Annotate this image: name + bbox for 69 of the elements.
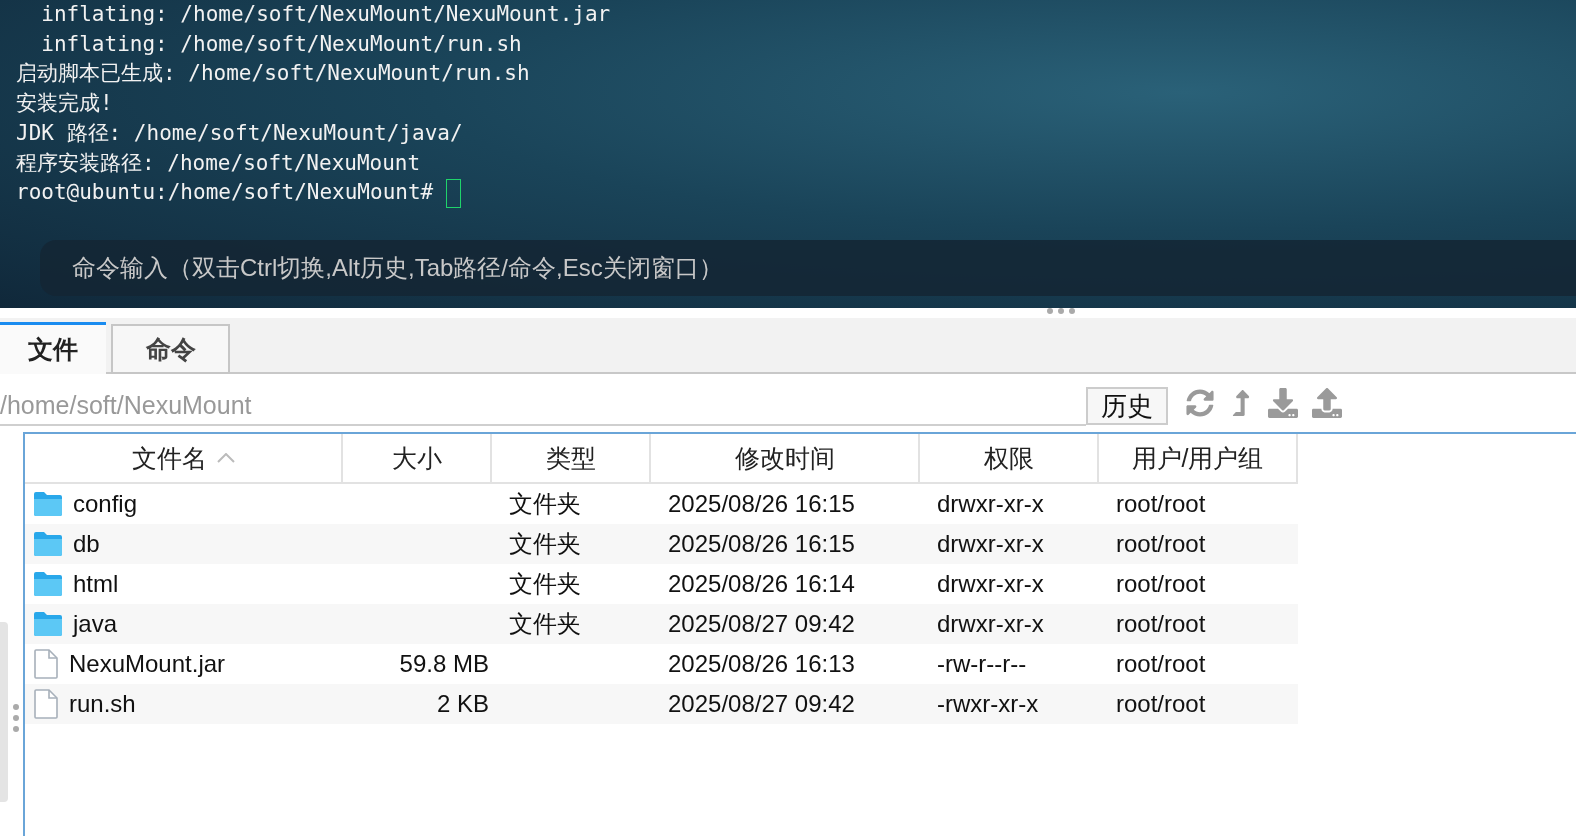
- modified-time: 2025/08/26 16:15: [668, 530, 855, 558]
- permissions: -rw-r--r--: [937, 650, 1027, 678]
- owner-group: root/root: [1116, 490, 1206, 518]
- download-icon[interactable]: [1268, 388, 1298, 418]
- column-header[interactable]: 用户/用户组: [1099, 434, 1298, 482]
- refresh-icon[interactable]: [1186, 389, 1214, 417]
- file-size: 2 KB: [436, 690, 489, 718]
- folder-icon: [33, 531, 63, 557]
- permissions: drwxr-xr-x: [937, 530, 1044, 558]
- file-name: NexuMount.jar: [69, 650, 226, 678]
- permissions: drwxr-xr-x: [937, 610, 1044, 638]
- file-type: 文件夹: [509, 569, 581, 599]
- permissions: drwxr-xr-x: [937, 490, 1044, 518]
- file-name: config: [73, 490, 138, 518]
- terminal-line: 程序安装路径: /home/soft/NexuMount: [16, 149, 421, 177]
- folder-icon: [33, 571, 63, 597]
- modified-time: 2025/08/26 16:13: [668, 650, 855, 678]
- terminal-line: inflating: /home/soft/NexuMount/NexuMount.jar: [40, 1, 611, 28]
- file-type: 文件夹: [509, 609, 581, 639]
- column-label: 大小: [391, 442, 442, 474]
- file-name: run.sh: [69, 690, 136, 718]
- folder-icon: [33, 611, 63, 637]
- file-name: db: [73, 530, 100, 558]
- modified-time: 2025/08/27 09:42: [668, 610, 855, 638]
- file-icon: [33, 689, 59, 719]
- file-row[interactable]: run.sh 2 KB 2025/08/27 09:42 -rwxr-xr-x root/root: [25, 684, 1298, 724]
- file-row[interactable]: java 文件夹 2025/08/27 09:42 drwxr-xr-x root/root: [25, 604, 1298, 644]
- file-name: html: [73, 570, 119, 598]
- file-icon: [33, 649, 59, 679]
- owner-group: root/root: [1116, 610, 1206, 638]
- modified-time: 2025/08/26 16:14: [668, 570, 855, 598]
- permissions: -rwxr-xr-x: [937, 690, 1039, 718]
- file-type: 文件夹: [509, 529, 581, 559]
- scrollbar[interactable]: [0, 622, 8, 802]
- terminal-line: inflating: /home/soft/NexuMount/run.sh: [40, 30, 522, 58]
- permissions: drwxr-xr-x: [937, 570, 1044, 598]
- column-label: 用户/用户组: [1131, 442, 1264, 474]
- column-header[interactable]: 权限: [920, 434, 1099, 482]
- column-header[interactable]: 修改时间: [651, 434, 920, 482]
- tab[interactable]: 命令: [111, 324, 230, 374]
- file-row[interactable]: db 文件夹 2025/08/26 16:15 drwxr-xr-x root/root: [25, 524, 1298, 564]
- terminal-line: root@ubuntu:/home/soft/NexuMount#: [16, 179, 435, 207]
- owner-group: root/root: [1116, 690, 1206, 718]
- column-header[interactable]: 文件名: [25, 434, 343, 482]
- tab[interactable]: 文件: [0, 322, 106, 374]
- modified-time: 2025/08/26 16:15: [668, 490, 855, 518]
- command-input-field[interactable]: 命令输入（双击Ctrl切换,Alt历史,Tab路径/命令,Esc关闭窗口）: [40, 239, 1576, 296]
- terminal-line: JDK 路径: /home/soft/NexuMount/java/: [16, 119, 463, 147]
- history-button[interactable]: 历史: [1086, 387, 1168, 425]
- column-label: 类型: [545, 442, 596, 474]
- text-cursor: [445, 178, 461, 208]
- file-type: 文件夹: [509, 489, 581, 519]
- file-size: 59.8 MB: [399, 650, 489, 678]
- column-header[interactable]: 类型: [492, 434, 651, 482]
- column-label: 修改时间: [734, 442, 835, 474]
- column-label: 权限: [983, 442, 1034, 474]
- column-header[interactable]: 大小: [343, 434, 492, 482]
- column-label: 文件名: [131, 442, 207, 474]
- upload-icon[interactable]: [1312, 388, 1342, 418]
- owner-group: root/root: [1116, 650, 1206, 678]
- file-name: java: [73, 610, 118, 638]
- terminal-line: 启动脚本已生成: /home/soft/NexuMount/run.sh: [16, 60, 530, 88]
- modified-time: 2025/08/27 09:42: [668, 690, 855, 718]
- resize-handle-icon[interactable]: [13, 704, 19, 732]
- resize-handle-icon[interactable]: [1047, 308, 1075, 314]
- folder-icon: [33, 491, 63, 517]
- owner-group: root/root: [1116, 570, 1206, 598]
- owner-group: root/root: [1116, 530, 1206, 558]
- terminal-line: 安装完成!: [16, 90, 113, 118]
